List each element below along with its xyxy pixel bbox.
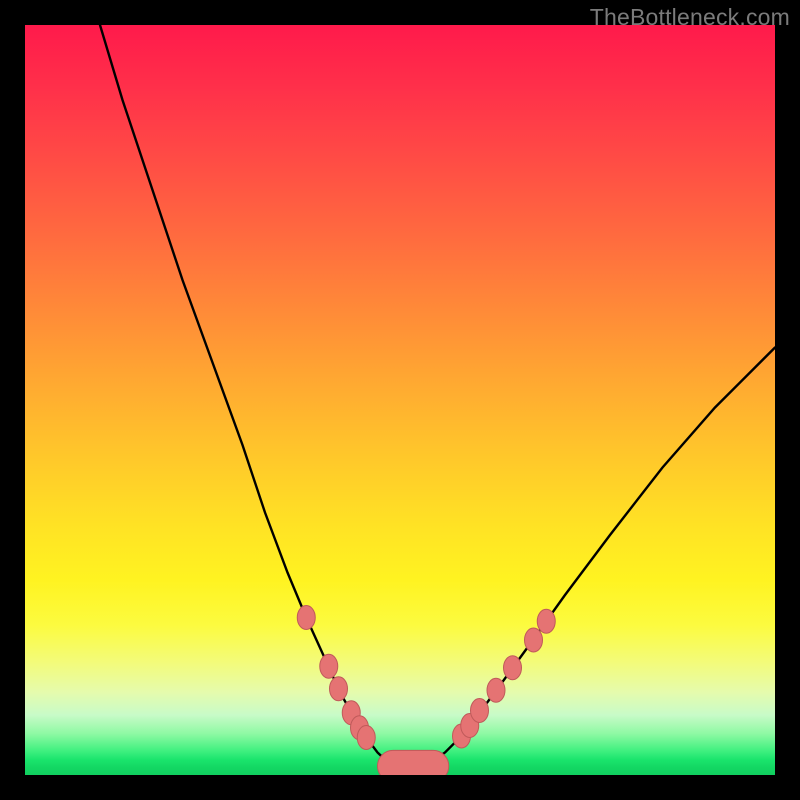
marker-left-0 <box>297 606 315 630</box>
marker-right-5 <box>525 628 543 652</box>
marker-right-6 <box>537 609 555 633</box>
chart-frame: TheBottleneck.com <box>0 0 800 800</box>
marker-left-2 <box>330 677 348 701</box>
marker-right-2 <box>471 699 489 723</box>
curve-layer <box>25 25 775 775</box>
bottleneck-curve <box>100 25 775 766</box>
marker-right-4 <box>504 656 522 680</box>
plot-area <box>25 25 775 775</box>
watermark-text: TheBottleneck.com <box>590 4 790 31</box>
marker-right-3 <box>487 678 505 702</box>
flat-band <box>378 750 449 775</box>
flat-band-rect <box>378 750 449 775</box>
marker-left-1 <box>320 654 338 678</box>
marker-left-5 <box>357 726 375 750</box>
markers-left <box>297 606 375 750</box>
